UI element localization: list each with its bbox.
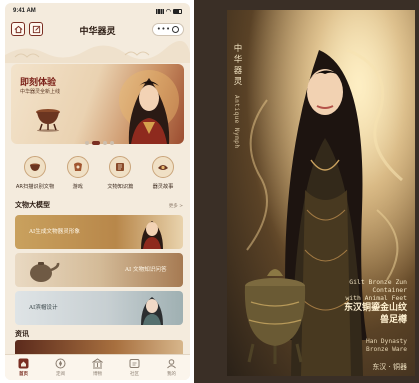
caption-line: Han Dynasty <box>366 338 407 345</box>
card-ai-image[interactable]: AI生成文物器灵形象 <box>15 215 183 249</box>
caption-line: Gilt Bronze Zun Container <box>349 278 407 294</box>
portrait-illustration <box>141 297 163 325</box>
menu-item-story[interactable]: 器灵故事 <box>143 156 183 190</box>
home-button[interactable] <box>11 22 25 36</box>
banner-title: 即刻体验 <box>20 78 57 88</box>
menu-label: 器灵故事 <box>152 184 174 190</box>
tab-label: 首页 <box>19 372 28 377</box>
community-icon <box>129 359 140 368</box>
feature-menu: AR扫描识别文物 游戏 文物知识篇 器灵故事 <box>15 156 183 190</box>
bronze-vessel-image <box>36 109 60 132</box>
signal-icon <box>155 8 164 14</box>
home-icon <box>18 358 29 369</box>
scan-icon <box>30 163 40 171</box>
menu-label: AR扫描识别文物 <box>15 184 55 190</box>
tab-label: 定阅 <box>56 372 65 377</box>
story-icon <box>157 165 168 170</box>
menu-label: 文物知识篇 <box>107 184 134 190</box>
tab-subscribe[interactable]: 定阅 <box>46 358 76 377</box>
card-label: AI生成文物器灵形象 <box>29 229 80 235</box>
caption-line: with Animal Feet <box>345 294 407 302</box>
tab-label: 社区 <box>130 372 139 377</box>
tab-museum[interactable]: 博物 <box>83 358 113 377</box>
tab-profile[interactable]: 我的 <box>157 358 187 377</box>
tab-label: 我的 <box>167 372 176 377</box>
title-bar: 中华器灵 ••• <box>5 19 190 41</box>
close-icon[interactable] <box>172 26 180 33</box>
news-section-header: 资讯 <box>15 329 183 339</box>
vertical-subtitle: Antique Nymph <box>233 95 240 149</box>
section-title: 资讯 <box>15 329 29 338</box>
menu-item-ar-scan[interactable]: AR扫描识别文物 <box>15 156 55 190</box>
bottom-tab-bar: 首页 定阅 博物 社区 我的 <box>5 354 190 380</box>
menu-label: 游戏 <box>72 184 83 190</box>
pager-dot[interactable] <box>110 141 114 145</box>
poster: 中 华 器 灵 Antique Nymph Gilt Bronze Zun Co… <box>194 0 419 383</box>
edit-icon <box>32 25 40 33</box>
caption-dynasty: Han Dynasty Bronze Ware <box>315 338 407 354</box>
card-ai-qa[interactable]: AI 文物知识问答 <box>15 253 183 287</box>
banner-pager <box>85 141 114 145</box>
caption-chinese: 东汉铜鎏金山纹 兽足樽 <box>315 302 407 326</box>
status-bar: 9:41 AM ◠ <box>5 3 190 19</box>
card-label: AI 文物知识问答 <box>125 267 167 273</box>
caption-line: 兽足樽 <box>379 315 407 325</box>
card-label: AI滨帽设计 <box>29 305 58 311</box>
tab-home[interactable]: 首页 <box>9 358 39 377</box>
teapot-illustration <box>30 262 60 282</box>
card-ai-design[interactable]: AI滨帽设计 <box>15 291 183 325</box>
status-icons: ◠ <box>155 8 182 15</box>
section-title: 文物大模型 <box>15 200 50 209</box>
more-icon[interactable]: ••• <box>157 26 171 33</box>
menu-item-knowledge[interactable]: 文物知识篇 <box>100 156 140 190</box>
app-title: 中华器灵 <box>79 26 116 37</box>
status-time: 9:41 AM <box>13 8 36 14</box>
pager-dot[interactable] <box>103 141 107 145</box>
tab-label: 博物 <box>93 372 102 377</box>
book-icon <box>116 163 125 171</box>
pager-dot[interactable] <box>85 141 89 145</box>
pager-dot-active[interactable] <box>92 141 100 145</box>
edit-button[interactable] <box>29 22 43 36</box>
caption-line: 东汉铜鎏金山纹 <box>343 303 407 313</box>
caption-english: Gilt Bronze Zun Container with Animal Fe… <box>315 278 407 302</box>
poster-artwork: 中 华 器 灵 Antique Nymph Gilt Bronze Zun Co… <box>227 10 415 376</box>
caption-line: Bronze Ware <box>366 346 407 353</box>
caption-footer: 东汉 · 铜器 <box>372 363 407 371</box>
character-portrait <box>119 70 179 144</box>
title-char: 中 <box>233 44 243 54</box>
promo-banner[interactable]: 即刻体验 中华器灵全新上线 <box>11 64 184 144</box>
vertical-title: 中 华 器 灵 <box>231 44 245 88</box>
stage: 9:41 AM ◠ 中华器灵 ••• 即刻体验 中华器灵全新上线 AR扫描识别文… <box>0 0 419 383</box>
tab-community[interactable]: 社区 <box>120 358 150 377</box>
cloud-pattern <box>5 41 190 63</box>
banner-subtitle: 中华器灵全新上线 <box>20 89 61 95</box>
title-char: 华 <box>233 55 243 65</box>
battery-icon <box>173 8 182 14</box>
profile-icon <box>167 359 176 369</box>
game-icon <box>73 162 82 171</box>
menu-item-game[interactable]: 游戏 <box>58 156 98 190</box>
miniprogram-capsule[interactable]: ••• <box>152 23 184 36</box>
museum-icon <box>92 358 103 369</box>
title-char: 器 <box>233 66 243 76</box>
compass-icon <box>55 358 66 369</box>
more-link[interactable]: 更多 > <box>169 203 183 209</box>
character-illustration <box>141 221 163 249</box>
phone-screen: 9:41 AM ◠ 中华器灵 ••• 即刻体验 中华器灵全新上线 AR扫描识别文… <box>5 3 190 380</box>
title-char: 灵 <box>233 77 243 87</box>
model-section-header: 文物大模型 更多 > <box>15 200 183 210</box>
wifi-icon: ◠ <box>165 8 171 15</box>
house-icon <box>14 25 22 33</box>
